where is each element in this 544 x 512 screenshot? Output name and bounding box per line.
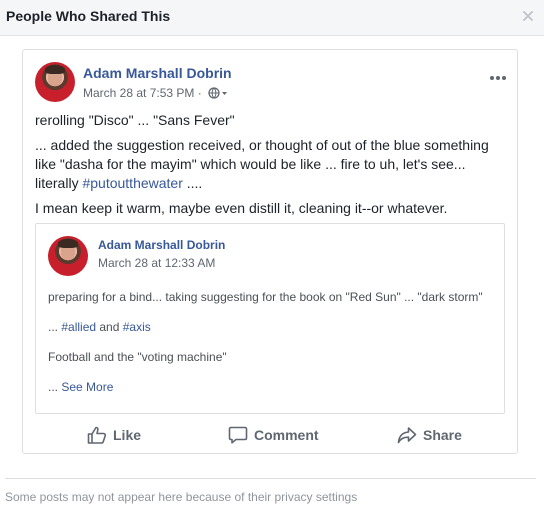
- post-paragraph-2-line-2: like "dasha for the mayim" which would b…: [35, 156, 466, 172]
- divider: [5, 478, 536, 479]
- more-dots-icon[interactable]: [489, 68, 507, 86]
- thumbs-up-icon: [87, 426, 107, 444]
- line-and: and: [96, 320, 123, 334]
- like-button[interactable]: Like: [87, 421, 141, 449]
- see-more-link[interactable]: See More: [61, 380, 113, 394]
- post-timestamp[interactable]: March 28 at 7:53 PM: [83, 86, 194, 100]
- line-prefix: ...: [48, 380, 62, 394]
- meta-separator: ·: [197, 86, 202, 100]
- dialog-header: People Who Shared This: [0, 0, 544, 36]
- dialog-title: People Who Shared This: [6, 8, 171, 24]
- shared-author-name[interactable]: Adam Marshall Dobrin: [98, 238, 225, 252]
- avatar[interactable]: [48, 236, 88, 276]
- comment-bubble-icon: [228, 426, 248, 444]
- line-prefix: ...: [48, 320, 62, 334]
- avatar[interactable]: [35, 62, 75, 102]
- comment-button[interactable]: Comment: [228, 421, 319, 449]
- post-paragraph-2-line-1: ... added the suggestion received, or th…: [35, 137, 489, 153]
- hashtag-putoutthewater[interactable]: #putoutthewater: [82, 175, 182, 191]
- shared-line-4: ... See More: [48, 380, 113, 394]
- post-actions-bar: Like Comment Share: [23, 421, 517, 449]
- post-paragraph-2-line-3: literally #putoutthewater ....: [35, 174, 505, 193]
- post-paragraph-1: rerolling "Disco" ... "Sans Fever": [35, 112, 235, 128]
- globe-icon[interactable]: [208, 87, 228, 102]
- shared-post-card: Adam Marshall Dobrin March 28 at 7:53 PM…: [22, 49, 518, 454]
- share-button[interactable]: Share: [397, 421, 462, 449]
- shared-line-1: preparing for a bind... taking suggestin…: [48, 290, 483, 304]
- like-label: Like: [113, 427, 142, 443]
- shared-line-3: Football and the "voting machine": [48, 350, 227, 364]
- post-meta: March 28 at 7:53 PM ·: [83, 86, 228, 102]
- comment-label: Comment: [254, 427, 319, 443]
- embedded-shared-post[interactable]: Adam Marshall Dobrin March 28 at 12:33 A…: [35, 223, 505, 414]
- privacy-footer-note: Some posts may not appear here because o…: [5, 490, 358, 504]
- shared-timestamp[interactable]: March 28 at 12:33 AM: [98, 256, 215, 270]
- hashtag-allied[interactable]: #allied: [61, 320, 96, 334]
- close-icon[interactable]: [521, 9, 535, 23]
- share-arrow-icon: [397, 427, 417, 444]
- post-paragraph-2: ... added the suggestion received, or th…: [35, 136, 505, 193]
- post-paragraph-3: I mean keep it warm, maybe even distill …: [35, 200, 448, 216]
- share-label: Share: [423, 427, 462, 443]
- hashtag-axis[interactable]: #axis: [123, 320, 151, 334]
- line-suffix: ....: [182, 175, 203, 191]
- post-author-name[interactable]: Adam Marshall Dobrin: [83, 65, 232, 81]
- shared-line-2: ... #allied and #axis: [48, 320, 151, 334]
- line-prefix: literally: [35, 175, 83, 191]
